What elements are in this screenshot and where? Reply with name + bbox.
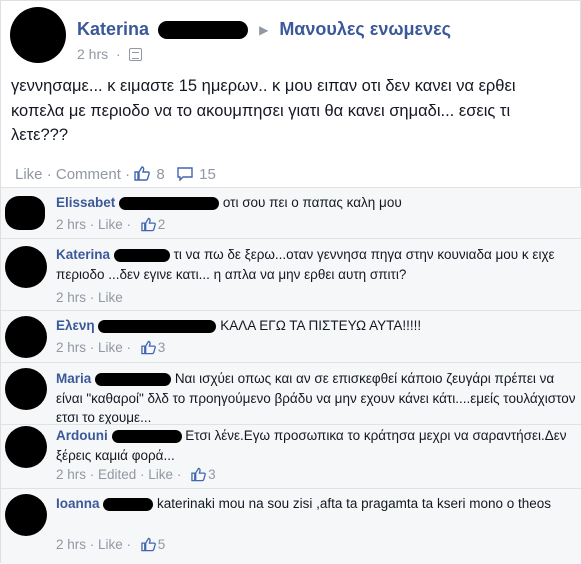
comment-avatar[interactable] (5, 368, 47, 410)
comment-bubble-icon (177, 167, 193, 181)
thumbs-up-icon (191, 467, 206, 482)
edited-label[interactable]: Edited (98, 467, 136, 482)
comment-like-link[interactable]: Like (98, 217, 123, 232)
commenter-name[interactable]: Ioanna (56, 496, 100, 511)
redacted-surname (113, 248, 170, 262)
group-name[interactable]: Μανουλες ενωμενες (279, 19, 451, 39)
commenter-name[interactable]: Maria (56, 371, 91, 386)
comment-like-link[interactable]: Like (98, 340, 123, 355)
post-meta: 2 hrs · (77, 46, 142, 62)
comment-meta: 2 hrs · Like · 2 (56, 217, 166, 232)
comment-avatar[interactable] (5, 426, 47, 468)
likes-count[interactable]: 8 (156, 166, 164, 183)
comment-text: Ardouni Ετσι λένε.Εγω προσωπικα το κράτη… (56, 428, 567, 463)
audience-icon[interactable] (128, 48, 142, 61)
thumbs-up-icon (134, 166, 151, 181)
comment-avatar[interactable] (5, 494, 47, 536)
commenter-name[interactable]: Elissabet (56, 195, 115, 210)
thumbs-up-icon (141, 217, 156, 232)
comment-text: Elissabet οτι σου πει ο παπας καλη μου (56, 195, 402, 210)
commenter-name[interactable]: Ardouni (56, 428, 108, 443)
post-header: Katerina ▶ Μανουλες ενωμενες (77, 19, 451, 40)
comment-avatar[interactable] (5, 246, 47, 288)
comment-avatar[interactable] (5, 316, 47, 358)
redacted-surname (103, 497, 154, 511)
comment-meta: 2 hrs · Like · 3 (56, 340, 166, 355)
post-actions: Like · Comment · 8 15 (15, 166, 216, 183)
author-name[interactable]: Katerina (77, 19, 149, 39)
facebook-post: Katerina ▶ Μανουλες ενωμενες 2 hrs · γεν… (0, 0, 581, 564)
comments-section: Elissabet οτι σου πει ο παπας καλη μου 2… (1, 187, 581, 564)
comment-like-link[interactable]: Like (148, 467, 173, 482)
like-link[interactable]: Like (15, 166, 43, 183)
redacted-surname (158, 21, 249, 40)
arrow-right-icon: ▶ (259, 23, 269, 38)
thumbs-up-icon (141, 537, 156, 552)
redacted-surname (98, 319, 217, 333)
post-timestamp[interactable]: 2 hrs (77, 46, 108, 62)
author-avatar[interactable] (10, 7, 66, 63)
thumbs-up-icon (141, 340, 156, 355)
comment-meta: 2 hrs · Edited · Like · 3 (56, 467, 216, 482)
redacted-surname (119, 196, 220, 210)
comment-text: Katerina τι να πω δε ξερω...οταν γεννησα… (56, 247, 555, 282)
commenter-name[interactable]: Ελενη (56, 318, 95, 333)
comment-meta: 2 hrs · Like (56, 290, 123, 305)
redacted-surname (111, 429, 182, 443)
redacted-surname (95, 372, 172, 386)
comment-avatar[interactable] (5, 196, 45, 230)
comment-meta: 2 hrs · Like · 5 (56, 537, 166, 552)
comment-text: Maria Ναι ισχύει οπως και αν σε επισκεφθ… (56, 371, 576, 425)
post-text: γεννησαμε... κ ειμαστε 15 ημερων.. κ μου… (11, 77, 516, 144)
comment-link[interactable]: Comment (56, 166, 121, 183)
comments-count[interactable]: 15 (199, 166, 216, 183)
comment-like-link[interactable]: Like (98, 290, 123, 305)
comment-like-link[interactable]: Like (98, 537, 123, 552)
commenter-name[interactable]: Katerina (56, 247, 110, 262)
comment-text: Ioanna katerinaki mou na sou zisi ,afta … (56, 496, 551, 511)
comment-text: Ελενη ΚΑΛΑ ΕΓΩ ΤΑ ΠΙΣΤΕΥΩ ΑΥΤΑ!!!!! (56, 318, 422, 333)
